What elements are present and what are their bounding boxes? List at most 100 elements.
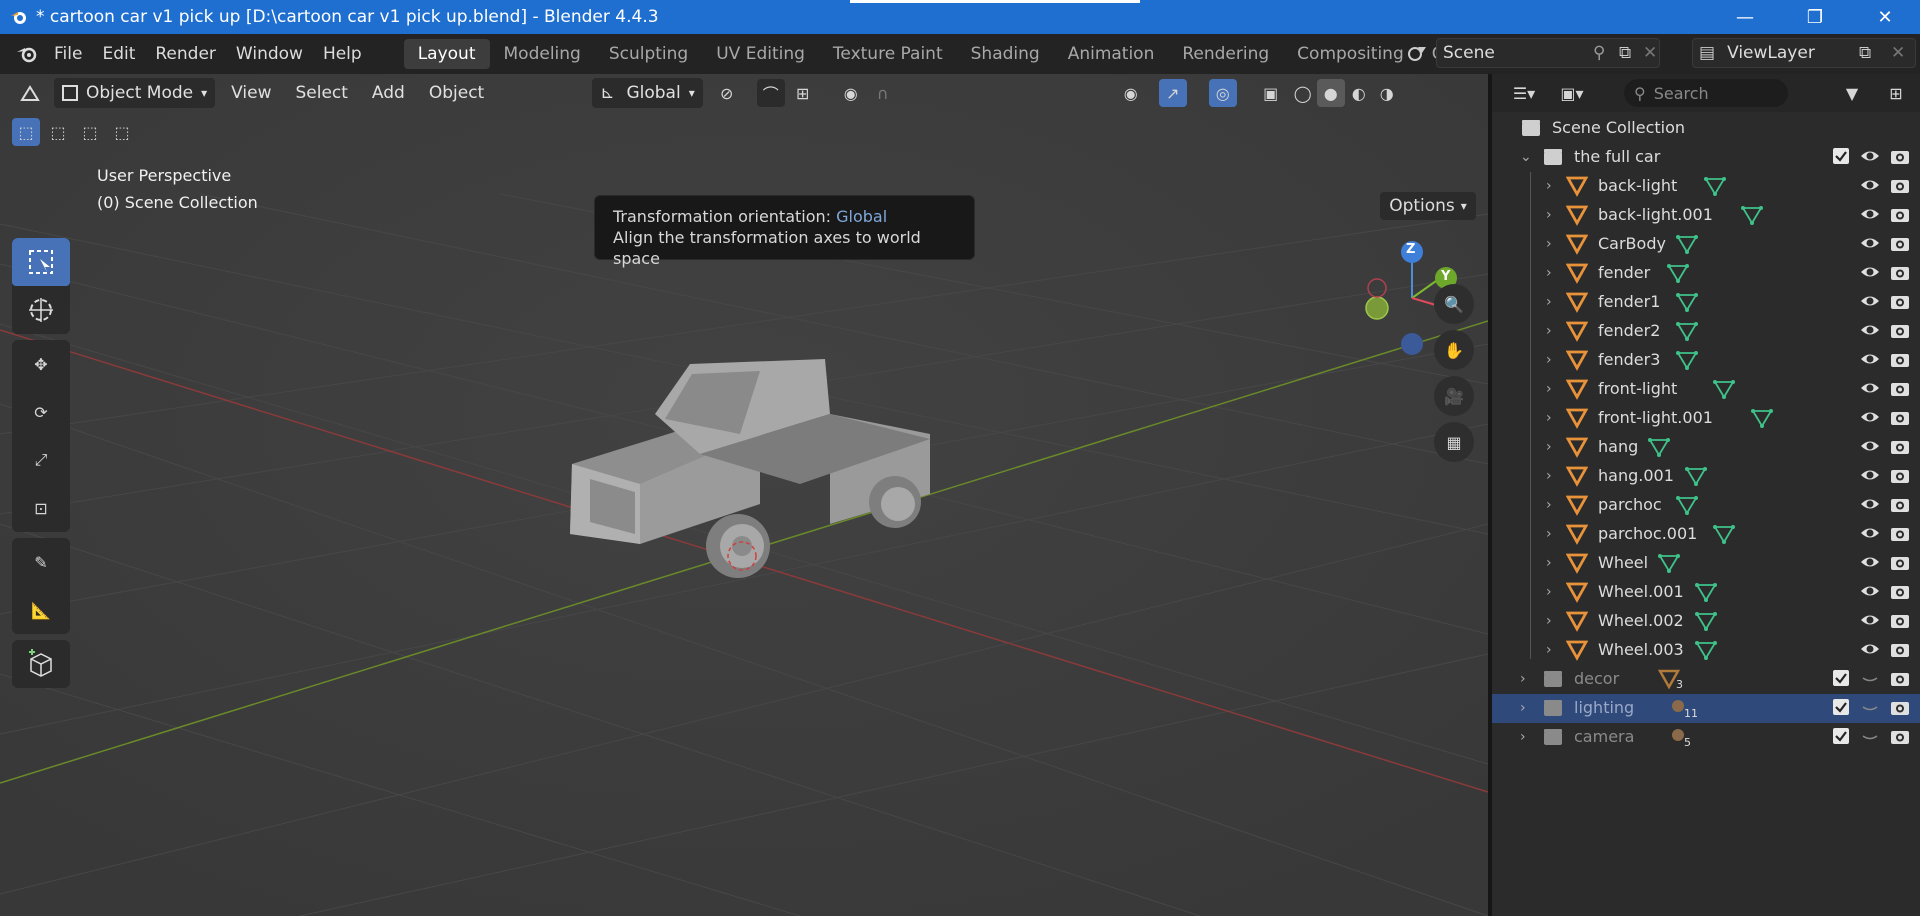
chevron-right-icon[interactable]: › <box>1546 497 1552 513</box>
menu-add[interactable]: Add <box>364 78 413 108</box>
render-camera-icon[interactable] <box>1890 234 1910 254</box>
chevron-down-icon[interactable]: ⌄ <box>1520 149 1532 165</box>
eye-icon[interactable] <box>1860 147 1880 167</box>
mesh-data-icon[interactable] <box>1694 581 1718 603</box>
select-subtract-icon[interactable]: ⬚ <box>76 118 104 146</box>
ortho-grid-icon[interactable]: ▦ <box>1434 422 1474 462</box>
chevron-right-icon[interactable]: › <box>1546 294 1552 310</box>
scale-tool-icon[interactable]: ⤢ <box>12 436 70 484</box>
render-camera-icon[interactable] <box>1890 466 1910 486</box>
eye-icon[interactable] <box>1860 466 1880 486</box>
orientation-dropdown[interactable]: ⊾ Global ▾ <box>592 78 703 108</box>
minimize-button[interactable]: — <box>1710 0 1780 34</box>
chevron-right-icon[interactable]: › <box>1520 729 1526 745</box>
menu-help[interactable]: Help <box>313 34 372 74</box>
tab-modeling[interactable]: Modeling <box>490 39 595 69</box>
tab-layout[interactable]: Layout <box>403 39 490 69</box>
eye-icon[interactable] <box>1860 176 1880 196</box>
eye-icon[interactable] <box>1860 524 1880 544</box>
render-camera-icon[interactable] <box>1890 176 1910 196</box>
mesh-data-icon[interactable] <box>1740 204 1764 226</box>
render-camera-icon[interactable] <box>1890 495 1910 515</box>
mesh-data-icon[interactable] <box>1675 233 1699 255</box>
outliner-row-object[interactable]: › front-light <box>1492 375 1920 404</box>
exclude-checkbox[interactable] <box>1832 147 1852 167</box>
menu-select[interactable]: Select <box>287 78 355 108</box>
eye-icon[interactable] <box>1860 495 1880 515</box>
eye-icon[interactable] <box>1860 437 1880 457</box>
new-viewlayer-icon[interactable]: ⧉ <box>1859 43 1871 63</box>
object-label[interactable]: front-light.001 <box>1598 408 1713 427</box>
outliner-row-object[interactable]: › fender <box>1492 259 1920 288</box>
snap-toggle-icon[interactable]: ⌒ <box>756 79 785 107</box>
tab-animation[interactable]: Animation <box>1054 39 1169 69</box>
restore-button[interactable]: ❐ <box>1780 0 1850 34</box>
outliner-row-collection[interactable]: › lighting 11 <box>1492 694 1920 723</box>
object-label[interactable]: fender3 <box>1598 350 1660 369</box>
eye-icon[interactable] <box>1860 350 1880 370</box>
transform-tool-icon[interactable]: ⊡ <box>12 484 70 532</box>
xray-toggle-icon[interactable]: ▣ <box>1257 79 1285 107</box>
zoom-icon[interactable]: 🔍 <box>1434 284 1474 324</box>
scene-selector[interactable]: Scene ⚲ ⧉ ✕ <box>1408 38 1660 68</box>
outliner-row-object[interactable]: › hang <box>1492 433 1920 462</box>
chevron-right-icon[interactable]: › <box>1546 439 1552 455</box>
delete-viewlayer-icon[interactable]: ✕ <box>1891 43 1905 63</box>
outliner-row-collection[interactable]: › decor 3 <box>1492 665 1920 694</box>
tab-texture-paint[interactable]: Texture Paint <box>819 39 957 69</box>
outliner-row-object[interactable]: › fender2 <box>1492 317 1920 346</box>
object-label[interactable]: Wheel <box>1598 553 1648 572</box>
menu-render[interactable]: Render <box>145 34 226 74</box>
render-camera-icon[interactable] <box>1890 553 1910 573</box>
chevron-right-icon[interactable]: › <box>1546 584 1552 600</box>
eye-icon[interactable] <box>1860 611 1880 631</box>
eye-icon[interactable] <box>1860 234 1880 254</box>
menu-view[interactable]: View <box>223 78 279 108</box>
eye-icon[interactable] <box>1860 321 1880 341</box>
tab-shading[interactable]: Shading <box>957 39 1054 69</box>
measure-tool-icon[interactable]: 📐 <box>12 586 70 634</box>
chevron-right-icon[interactable]: › <box>1546 178 1552 194</box>
exclude-checkbox[interactable] <box>1832 669 1852 689</box>
render-camera-icon[interactable] <box>1890 263 1910 283</box>
chevron-right-icon[interactable]: › <box>1546 526 1552 542</box>
display-mode-icon[interactable]: ▣▾ <box>1552 79 1592 107</box>
new-scene-icon[interactable]: ⧉ <box>1619 43 1631 63</box>
outliner-row-object[interactable]: › Wheel <box>1492 549 1920 578</box>
pin-icon[interactable]: ⚲ <box>1593 43 1605 63</box>
chevron-right-icon[interactable]: › <box>1520 671 1526 687</box>
outliner-row-object[interactable]: › back-light <box>1492 172 1920 201</box>
chevron-right-icon[interactable]: › <box>1546 555 1552 571</box>
select-new-icon[interactable]: ⬚ <box>12 118 40 146</box>
chevron-right-icon[interactable]: › <box>1546 642 1552 658</box>
outliner-row-object[interactable]: › CarBody <box>1492 230 1920 259</box>
eye-icon[interactable] <box>1860 292 1880 312</box>
cursor-tool-icon[interactable] <box>12 286 70 334</box>
filter-icon[interactable]: ▼ <box>1838 79 1866 107</box>
mesh-data-icon[interactable] <box>1666 262 1690 284</box>
exclude-checkbox[interactable] <box>1832 727 1852 747</box>
rendered-shading-icon[interactable]: ◑ <box>1373 79 1401 107</box>
object-mode-dropdown[interactable]: Object Mode ▾ <box>54 78 216 108</box>
outliner-row-object[interactable]: › fender3 <box>1492 346 1920 375</box>
outliner-row-object[interactable]: › Wheel.002 <box>1492 607 1920 636</box>
menu-edit[interactable]: Edit <box>92 34 145 74</box>
blender-menu-icon[interactable] <box>10 34 44 74</box>
chevron-right-icon[interactable]: › <box>1546 613 1552 629</box>
object-label[interactable]: Wheel.003 <box>1598 640 1684 659</box>
render-camera-icon[interactable] <box>1890 669 1910 689</box>
outliner-row-object[interactable]: › Wheel.001 <box>1492 578 1920 607</box>
menu-window[interactable]: Window <box>226 34 313 74</box>
render-camera-icon[interactable] <box>1890 205 1910 225</box>
eye-icon[interactable] <box>1860 379 1880 399</box>
material-shading-icon[interactable]: ◐ <box>1345 79 1373 107</box>
outliner-row-collection[interactable]: ⌄ the full car <box>1492 143 1920 172</box>
mesh-data-icon[interactable] <box>1694 639 1718 661</box>
mesh-data-icon[interactable] <box>1675 291 1699 313</box>
search-input[interactable]: ⚲ Search <box>1624 79 1788 107</box>
gizmo-toggle-icon[interactable]: ↗ <box>1158 79 1187 107</box>
render-camera-icon[interactable] <box>1890 582 1910 602</box>
mesh-data-icon[interactable] <box>1684 465 1708 487</box>
chevron-right-icon[interactable]: › <box>1546 236 1552 252</box>
editor-type-icon[interactable] <box>16 79 44 107</box>
